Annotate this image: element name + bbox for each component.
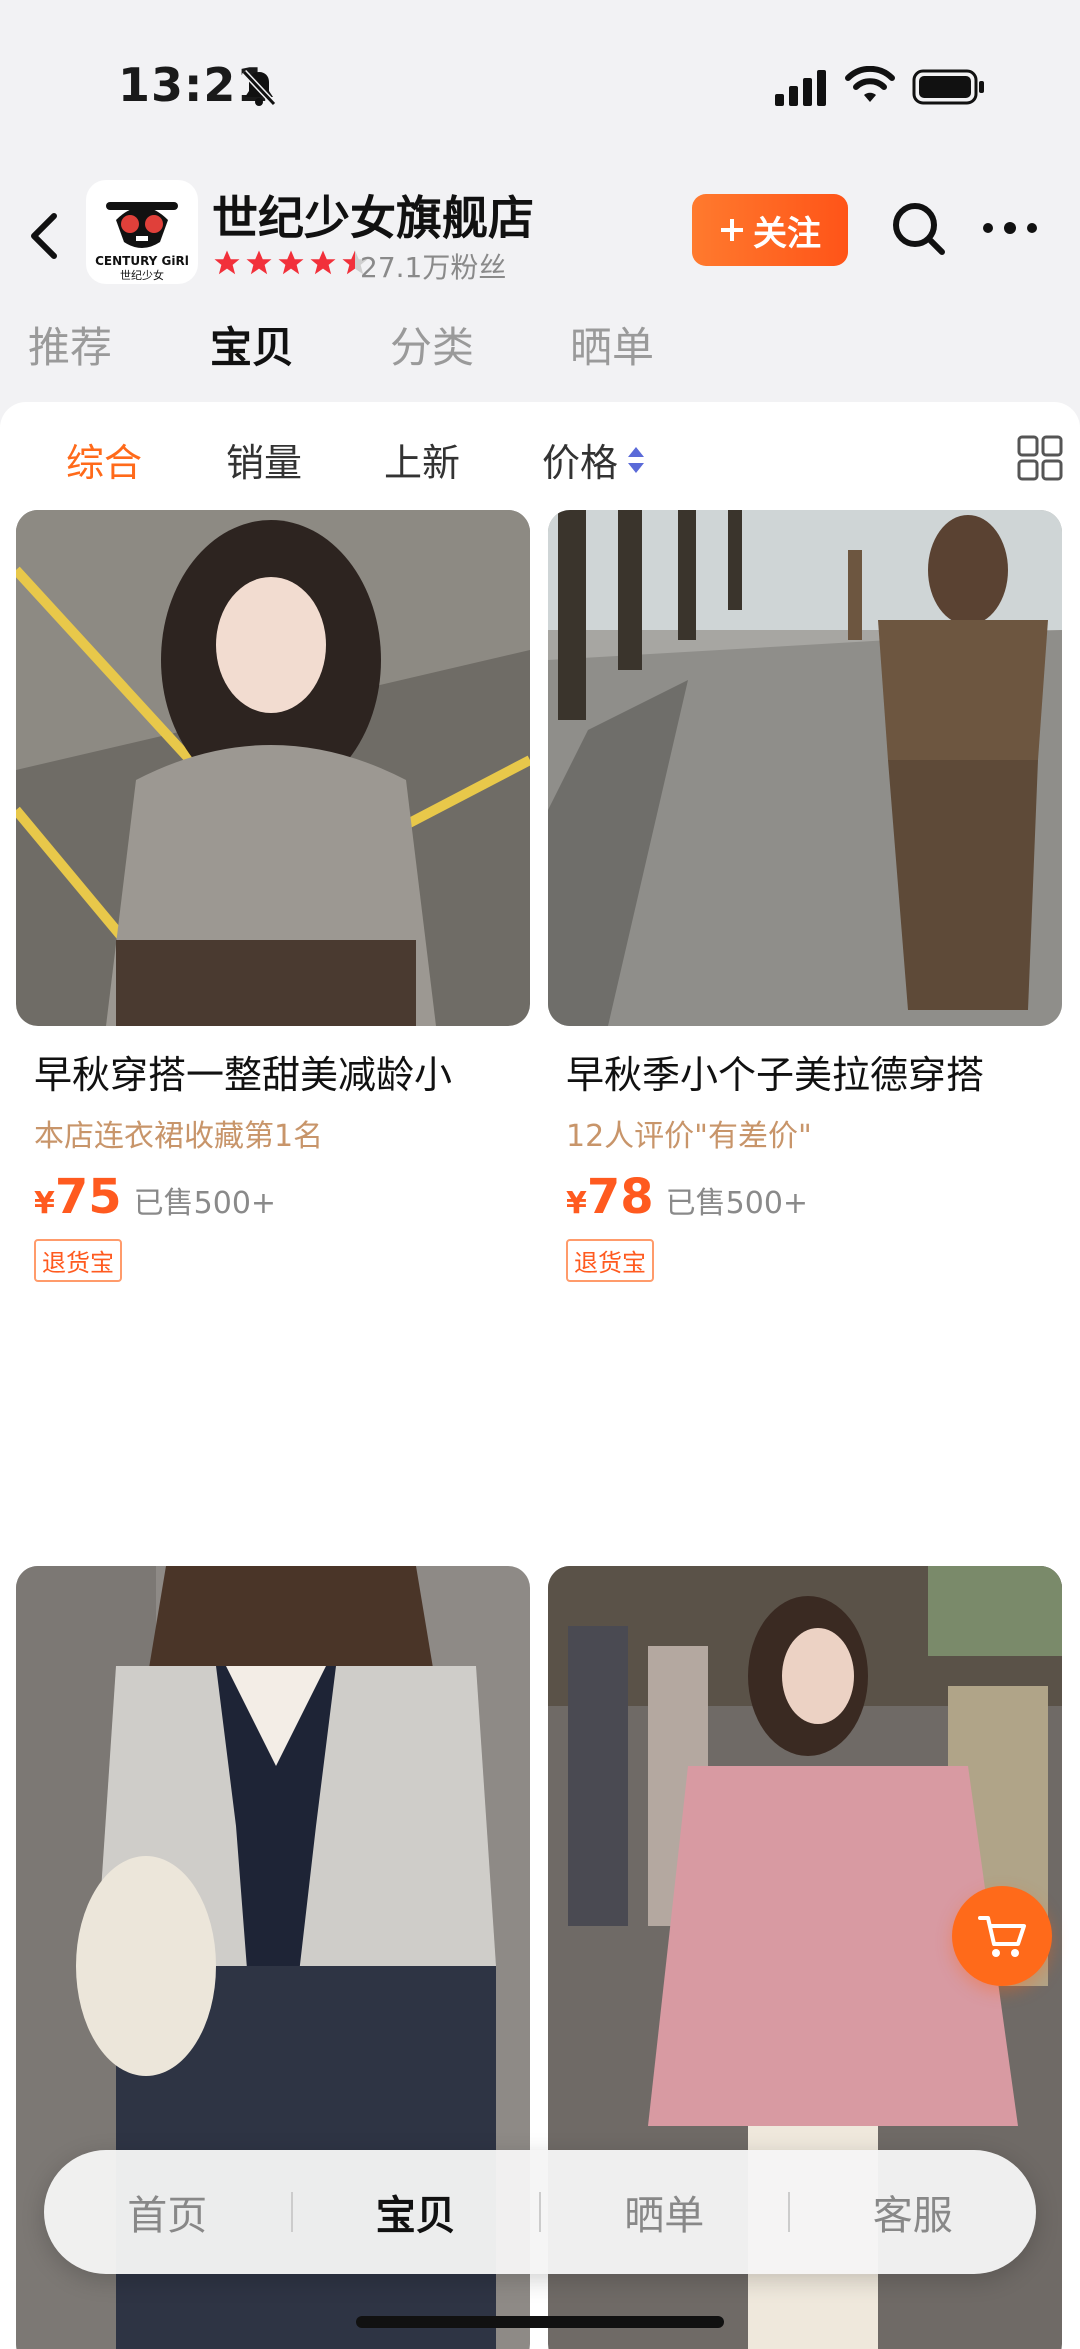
price-row: ¥78 已售500+	[548, 1169, 1062, 1225]
more-icon[interactable]	[980, 218, 1040, 238]
return-badge: 退货宝	[566, 1239, 654, 1282]
svg-text:世纪少女: 世纪少女	[120, 268, 164, 282]
star-icon	[246, 250, 272, 275]
sort-arrows-icon	[628, 446, 645, 473]
status-bar: 13:21	[0, 0, 1080, 170]
store-logo[interactable]: CENTURY GiRl 世纪少女	[86, 180, 198, 284]
sort-comprehensive[interactable]: 综合	[66, 432, 142, 487]
grid-view-icon[interactable]	[1016, 434, 1064, 482]
tab-reviews[interactable]: 晒单	[570, 314, 654, 375]
home-indicator[interactable]	[356, 2316, 724, 2328]
sort-price[interactable]: 价格	[542, 432, 646, 487]
tab-recommend[interactable]: 推荐	[28, 314, 112, 375]
svg-text:CENTURY GiRl: CENTURY GiRl	[95, 254, 189, 268]
product-title: 早秋季小个子美拉德穿搭	[566, 1053, 985, 1097]
sort-label: 销量	[226, 441, 303, 485]
store-name: 世纪少女旗舰店	[212, 191, 534, 245]
product-tag: 本店连衣裙收藏第1名	[34, 1119, 324, 1154]
star-icon	[214, 250, 240, 275]
store-rating	[212, 248, 370, 278]
sort-bar: 综合 销量 上新 价格	[0, 424, 1080, 494]
nav-products[interactable]: 宝贝	[293, 2183, 540, 2241]
product-image[interactable]	[16, 510, 530, 1026]
content-panel: 综合 销量 上新 价格 早秋穿搭一整甜美减龄小 本店连衣裙收藏第1名 ¥75 已…	[0, 402, 1080, 2349]
battery-icon	[912, 69, 984, 105]
cart-icon	[978, 1916, 1026, 1957]
sort-sales[interactable]: 销量	[226, 432, 302, 487]
back-icon[interactable]	[24, 208, 64, 264]
bottom-nav: 首页 宝贝 晒单 客服	[44, 2150, 1036, 2274]
star-icon	[278, 250, 304, 275]
nav-home[interactable]: 首页	[44, 2183, 291, 2241]
store-header: CENTURY GiRl 世纪少女 世纪少女旗舰店 27.1万粉丝 关注	[0, 170, 1080, 290]
bell-off-icon	[241, 69, 277, 107]
store-fans: 27.1万粉丝	[360, 251, 507, 284]
signal-icon	[775, 70, 826, 106]
cart-button[interactable]	[952, 1886, 1052, 1986]
product-sold: 已售500+	[665, 1186, 809, 1221]
return-badge: 退货宝	[34, 1239, 122, 1282]
star-icon	[310, 250, 336, 275]
product-image[interactable]	[548, 510, 1062, 1026]
product-sold: 已售500+	[133, 1186, 277, 1221]
product-card[interactable]: 早秋穿搭一整甜美减龄小 本店连衣裙收藏第1名 ¥75 已售500+ 退货宝	[16, 510, 530, 1282]
search-icon[interactable]	[888, 198, 948, 258]
price-row: ¥75 已售500+	[16, 1169, 530, 1225]
sort-newest[interactable]: 上新	[384, 432, 460, 487]
product-card[interactable]: 早秋季小个子美拉德穿搭 12人评价"有差价" ¥78 已售500+ 退货宝	[548, 510, 1062, 1282]
nav-customer-service[interactable]: 客服	[790, 2183, 1037, 2241]
sort-label: 上新	[384, 441, 461, 485]
product-title: 早秋穿搭一整甜美减龄小	[34, 1053, 453, 1097]
follow-label: 关注	[753, 213, 821, 254]
tab-categories[interactable]: 分类	[390, 314, 474, 375]
product-tag: 12人评价"有差价"	[566, 1119, 812, 1154]
store-tabs: 推荐 宝贝 分类 晒单	[0, 314, 1080, 384]
tab-products[interactable]: 宝贝	[210, 314, 294, 375]
wifi-icon	[845, 66, 895, 102]
product-price: ¥75	[34, 1169, 122, 1225]
follow-button[interactable]: 关注	[692, 194, 848, 266]
plus-icon	[721, 219, 743, 241]
sort-label: 价格	[542, 441, 619, 485]
product-price: ¥78	[566, 1169, 654, 1225]
nav-reviews[interactable]: 晒单	[541, 2183, 788, 2241]
sort-label: 综合	[66, 441, 143, 485]
